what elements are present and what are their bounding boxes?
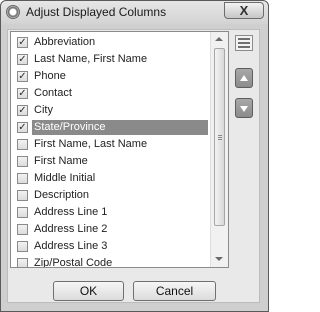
list-item-label: Description [34, 189, 90, 201]
list-item-label: First Name, Last Name [34, 138, 148, 150]
title-bar[interactable]: Adjust Displayed Columns X [1, 1, 268, 24]
app-icon [6, 5, 20, 19]
list-item-label: Zip/Postal Code [34, 257, 113, 268]
icon-line [238, 46, 250, 48]
icon-line [238, 42, 250, 44]
checkbox[interactable] [17, 258, 28, 267]
checkbox[interactable] [17, 190, 28, 201]
checkbox[interactable] [17, 173, 28, 184]
list-item-label: Abbreviation [34, 36, 96, 48]
list-item[interactable]: First Name [11, 153, 210, 170]
list-item[interactable]: ✓ City [11, 102, 210, 119]
list-item-label: City [34, 104, 53, 116]
list-item[interactable]: Description [11, 187, 210, 204]
list-item-label: Phone [34, 70, 66, 82]
list-item-label: Middle Initial [34, 172, 96, 184]
list-item[interactable]: ✓ Last Name, First Name [11, 51, 210, 68]
checkbox[interactable]: ✓ [17, 37, 28, 48]
list-item-label: State/Province [32, 120, 208, 135]
list-item[interactable]: ✓ Phone [11, 68, 210, 85]
move-down-icon [240, 106, 248, 112]
list-item[interactable]: Zip/Postal Code [11, 255, 210, 268]
dialog-title: Adjust Displayed Columns [26, 5, 167, 19]
list-item[interactable]: First Name, Last Name [11, 136, 210, 153]
grip-line [218, 135, 222, 136]
list-item[interactable]: Middle Initial [11, 170, 210, 187]
checkbox[interactable]: ✓ [17, 105, 28, 116]
icon-line [238, 38, 250, 40]
list-item-label: Address Line 1 [34, 206, 108, 218]
list-item-label: Last Name, First Name [34, 53, 148, 65]
list-item[interactable]: ✓ State/Province [11, 119, 210, 136]
move-up-button[interactable] [235, 68, 253, 88]
ok-button[interactable]: OK [53, 281, 124, 301]
check-all-icon[interactable] [235, 35, 253, 51]
list-item-label: Contact [34, 87, 72, 99]
list-item-label: Address Line 2 [34, 223, 108, 235]
checkbox[interactable]: ✓ [17, 54, 28, 65]
move-down-button[interactable] [235, 98, 253, 118]
close-button[interactable]: X [224, 2, 264, 19]
scroll-thumb[interactable] [214, 48, 225, 226]
checkbox[interactable] [17, 139, 28, 150]
checkbox[interactable] [17, 156, 28, 167]
checkbox[interactable] [17, 224, 28, 235]
checkbox[interactable] [17, 241, 28, 252]
checkbox[interactable]: ✓ [17, 88, 28, 99]
columns-list[interactable]: ✓ Abbreviation ✓ Last Name, First Name ✓ Phon… [10, 31, 229, 268]
checkbox[interactable]: ✓ [17, 71, 28, 82]
list-item-label: Address Line 3 [34, 240, 108, 252]
checkbox[interactable]: ✓ [17, 122, 28, 133]
list-item[interactable]: Address Line 2 [11, 221, 210, 238]
vertical-scrollbar[interactable] [210, 32, 228, 267]
cancel-button[interactable]: Cancel [133, 281, 216, 301]
scroll-down-arrow-icon[interactable] [215, 257, 223, 261]
list-item[interactable]: ✓ Contact [11, 85, 210, 102]
list-item[interactable]: Address Line 1 [11, 204, 210, 221]
move-up-icon [240, 75, 248, 81]
checkbox[interactable] [17, 207, 28, 218]
scroll-up-arrow-icon[interactable] [215, 37, 223, 41]
grip-line [218, 137, 222, 138]
grip-line [218, 139, 222, 140]
list-item-label: First Name [34, 155, 88, 167]
list-item[interactable]: ✓ Abbreviation [11, 34, 210, 51]
list-item[interactable]: Address Line 3 [11, 238, 210, 255]
